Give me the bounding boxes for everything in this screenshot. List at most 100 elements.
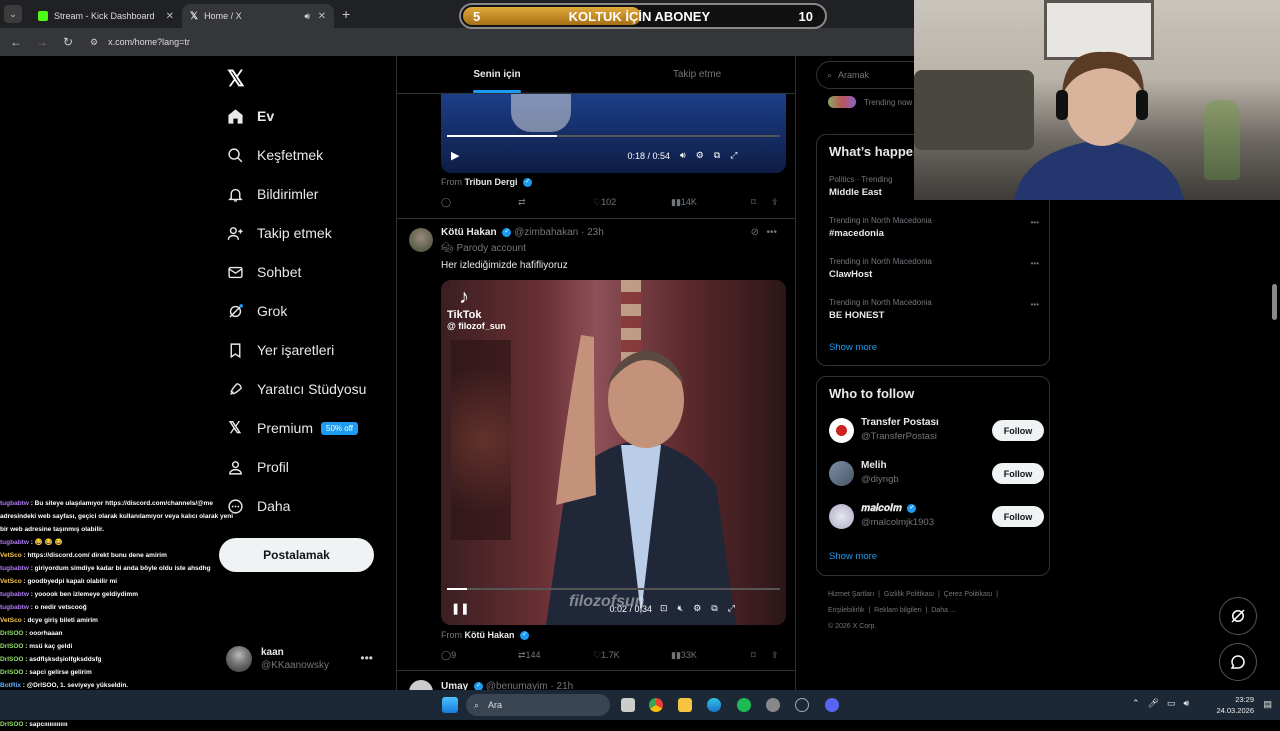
reply-button[interactable]: ◯ 9 [441, 650, 456, 661]
chat-username[interactable]: DrlSOO [0, 630, 23, 637]
chat-username[interactable]: BotRix [0, 682, 21, 689]
follow-button[interactable]: Follow [992, 420, 1044, 441]
follow-suggestion[interactable]: Transfer Postası @TransferPostasi Follow [829, 417, 1044, 447]
play-icon[interactable]: ▶ [451, 149, 459, 162]
tray-icons[interactable]: ⌃🎤︎▭🔊︎ [1132, 698, 1197, 709]
footer-link[interactable]: Erişilebilirlik [828, 607, 865, 614]
mute-icon[interactable]: 🔇︎ [678, 603, 684, 614]
retweet-button[interactable]: ⇄ 144 [518, 650, 541, 661]
fullscreen-icon[interactable]: ⤢ [730, 150, 737, 161]
steam-icon[interactable] [795, 698, 809, 712]
follow-suggestion[interactable]: Melih @diyngb Follow [829, 460, 1044, 490]
pause-icon[interactable]: ❚❚ [451, 602, 469, 615]
windows-start-icon[interactable] [442, 697, 458, 713]
post-button[interactable]: Postalamak [219, 538, 374, 572]
file-explorer-icon[interactable] [678, 698, 692, 712]
video-progress-bar[interactable] [447, 135, 780, 137]
nav-follow[interactable]: Takip etmek [226, 218, 332, 248]
like-button[interactable]: ♡ 1.7K [593, 650, 620, 661]
nav-explore[interactable]: Keşfetmek [226, 140, 323, 170]
chat-username[interactable]: DrlSOO [0, 669, 23, 676]
tab-search-icon[interactable]: ⌄ [4, 5, 22, 23]
follow-button[interactable]: Follow [992, 463, 1044, 484]
x-logo-icon[interactable]: 𝕏 [227, 66, 245, 92]
back-icon[interactable]: ← [6, 35, 26, 49]
volume-icon[interactable]: 🔊︎ [680, 150, 686, 161]
like-button[interactable]: ♡ 102 [593, 197, 616, 208]
trend-item[interactable]: Trending in North Macedonia BE HONEST ••… [829, 298, 1039, 321]
more-icon[interactable]: ••• [1031, 259, 1039, 268]
notification-icon[interactable]: ▤ [1263, 699, 1272, 710]
grok-fab-button[interactable] [1219, 597, 1257, 635]
discord-icon[interactable] [825, 698, 839, 712]
trend-item[interactable]: Trending in North Macedonia ClawHost ••• [829, 257, 1039, 280]
nav-messages[interactable]: Sohbet [226, 257, 301, 287]
nav-profile[interactable]: Profil [226, 452, 289, 482]
close-icon[interactable]: ✕ [318, 11, 326, 22]
nav-home[interactable]: Ev [226, 101, 274, 131]
share-icon[interactable]: ⇪ [771, 197, 779, 208]
close-icon[interactable]: ✕ [166, 11, 174, 22]
chat-username[interactable]: tugbabtw [0, 500, 29, 507]
reload-icon[interactable]: ↻ [58, 35, 78, 49]
site-info-icon[interactable]: ⚙ [90, 37, 98, 48]
chat-username[interactable]: tugbabtw [0, 539, 29, 546]
trending-now-row[interactable]: Trending now [828, 96, 912, 108]
chat-username[interactable]: DrlSOO [0, 643, 23, 650]
tab-home-x[interactable]: 𝕏 Home / X 🔊︎ ✕ [182, 4, 334, 28]
more-icon[interactable]: ••• [766, 227, 777, 238]
tab-following[interactable]: Takip etme [597, 56, 795, 93]
footer-link[interactable]: Reklam bilgileri [874, 607, 921, 614]
nav-grok[interactable]: Grok [226, 296, 287, 326]
tab-for-you[interactable]: Senin için [397, 56, 597, 93]
footer-link[interactable]: Çerez Politikası [944, 591, 993, 598]
chat-username[interactable]: DrlSOO [0, 721, 23, 728]
settings-icon[interactable]: ⚙ [693, 603, 701, 614]
avatar[interactable] [409, 228, 433, 252]
url-field[interactable]: x.com/home?lang=tr [108, 37, 190, 47]
bookmark-icon[interactable]: ⌑ [751, 197, 756, 208]
retweet-icon[interactable]: ⇄ [518, 197, 526, 208]
bookmark-icon[interactable]: ⌑ [751, 650, 756, 661]
video-player[interactable]: ♪ TikTok @ filozof_sun filozofsun ❚❚ 0:0… [441, 280, 786, 625]
tab-kick-dashboard[interactable]: Stream - Kick Dashboard ✕ [30, 4, 182, 28]
nav-notifications[interactable]: Bildirimler [226, 179, 318, 209]
footer-link[interactable]: Gizlilik Politikası [884, 591, 934, 598]
task-view-icon[interactable] [621, 698, 635, 712]
nav-premium[interactable]: 𝕏 Premium 50% off [226, 413, 358, 443]
views-button[interactable]: ▮▮ 33K [671, 650, 697, 661]
video-progress-bar[interactable] [447, 588, 780, 590]
source-name[interactable]: Kötü Hakan [465, 630, 515, 640]
source-name[interactable]: Tribun Dergi [465, 177, 518, 187]
messages-fab-button[interactable] [1219, 643, 1257, 681]
chat-username[interactable]: VetSco [0, 578, 22, 585]
chat-username[interactable]: tugbabtw [0, 604, 29, 611]
captions-icon[interactable]: ⊡ [660, 603, 668, 614]
show-more-link[interactable]: Show more [829, 551, 877, 562]
views-button[interactable]: ▮▮ 14K [671, 197, 697, 208]
chat-username[interactable]: tugbabtw [0, 565, 29, 572]
tweet-time[interactable]: 23h [587, 227, 604, 238]
forward-icon[interactable]: → [32, 35, 52, 49]
more-icon[interactable]: ••• [1031, 218, 1039, 227]
edge-icon[interactable] [707, 698, 721, 712]
video-player[interactable]: ▶ 0:18 / 0:54 🔊︎ ⚙ ⧉ ⤢ [441, 92, 786, 173]
follow-button[interactable]: Follow [992, 506, 1044, 527]
footer-link[interactable]: Daha ... [931, 607, 956, 614]
author-name[interactable]: Kötü Hakan [441, 227, 497, 238]
pip-icon[interactable]: ⧉ [714, 150, 720, 161]
chat-username[interactable]: VetSco [0, 552, 22, 559]
speaker-icon[interactable]: 🔊︎ [304, 11, 310, 22]
share-icon[interactable]: ⇪ [771, 650, 779, 661]
taskbar-search[interactable]: ⌕ Ara [466, 694, 610, 716]
trend-item[interactable]: Trending in North Macedonia #macedonia •… [829, 216, 1039, 239]
more-icon[interactable]: ••• [360, 651, 373, 665]
settings-icon[interactable]: ⚙ [696, 150, 704, 161]
pip-icon[interactable]: ⧉ [711, 603, 717, 614]
more-icon[interactable]: ••• [1031, 300, 1039, 309]
footer-link[interactable]: Hizmet Şartları [828, 591, 874, 598]
spotify-icon[interactable] [737, 698, 751, 712]
app-icon[interactable] [766, 698, 780, 712]
chat-username[interactable]: tugbabtw [0, 591, 29, 598]
clock[interactable]: 23:29 24.03.2026 [1216, 694, 1254, 716]
